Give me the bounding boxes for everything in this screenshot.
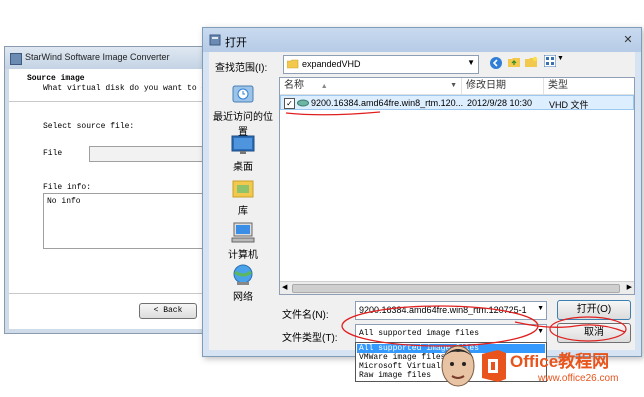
converter-titlebar: StarWind Software Image Converter: [5, 47, 211, 69]
dialog-app-icon: [209, 34, 221, 46]
section-title: Source image: [27, 74, 85, 83]
lookin-label: 查找范围(I):: [215, 63, 268, 74]
recent-places-icon: [232, 85, 254, 103]
lookin-combo[interactable]: expandedVHD ▼: [283, 55, 479, 74]
place-label: 库: [238, 206, 248, 217]
column-date[interactable]: 修改日期: [462, 78, 544, 94]
file-info-label: File info:: [43, 183, 92, 192]
back-nav-icon[interactable]: [489, 56, 503, 70]
file-input[interactable]: [89, 146, 217, 162]
place-network[interactable]: 网络: [211, 260, 275, 303]
dialog-titlebar[interactable]: 打开 ✕: [203, 28, 641, 52]
lookin-value: expandedVHD: [302, 59, 361, 69]
filetype-label: 文件类型(T):: [282, 333, 338, 344]
watermark-url: www.office26.com: [538, 373, 619, 384]
places-bar: 最近访问的位置 桌面 库 计算机 网络: [211, 78, 275, 303]
network-icon: [233, 264, 253, 285]
red-underline-annotation: [285, 111, 381, 116]
place-computer[interactable]: 计算机: [211, 218, 275, 261]
table-row[interactable]: ✓ 9200.16384.amd64fre.win8_rtm.120... 20…: [280, 95, 634, 110]
place-libraries[interactable]: 库: [211, 174, 275, 217]
converter-body: Source image What virtual disk do you wa…: [9, 69, 217, 329]
avatar: [441, 345, 475, 387]
new-folder-icon[interactable]: [524, 55, 538, 69]
chevron-down-icon[interactable]: ▼: [450, 78, 457, 94]
back-button[interactable]: < Back: [139, 303, 197, 319]
image-converter-window: StarWind Software Image Converter Source…: [4, 46, 217, 334]
place-recent[interactable]: 最近访问的位置: [211, 78, 275, 138]
filename-label: 文件名(N):: [282, 310, 329, 321]
dialog-title: 打开: [225, 37, 247, 49]
file-info-box: No info: [43, 193, 217, 249]
up-folder-icon[interactable]: [507, 55, 521, 69]
file-type: VHD 文件: [549, 100, 589, 110]
place-label: 网络: [233, 292, 253, 303]
list-header: 名称 ▲ ▼ 修改日期 类型: [280, 78, 634, 95]
place-label: 计算机: [228, 250, 258, 261]
scroll-left-icon[interactable]: ◀: [282, 283, 287, 291]
divider: [9, 293, 211, 294]
column-type[interactable]: 类型: [544, 78, 634, 94]
horizontal-scrollbar[interactable]: ◀ ▶: [280, 281, 634, 294]
file-date: 2012/9/28 10:30: [467, 98, 533, 108]
row-checkbox[interactable]: ✓: [284, 98, 295, 109]
file-name: 9200.16384.amd64fre.win8_rtm.120...: [311, 98, 464, 108]
view-menu-icon[interactable]: ▼: [543, 54, 564, 69]
divider: [9, 101, 211, 102]
section-desc: What virtual disk do you want to co: [43, 84, 212, 93]
office-logo-icon: [482, 350, 506, 382]
scroll-thumb[interactable]: [292, 284, 620, 293]
scroll-right-icon[interactable]: ▶: [627, 283, 632, 291]
desktop-icon: [231, 135, 255, 154]
close-icon[interactable]: ✕: [621, 33, 635, 47]
place-desktop[interactable]: 桌面: [211, 130, 275, 173]
sort-up-icon: ▲: [320, 83, 328, 90]
converter-title: StarWind Software Image Converter: [25, 52, 170, 62]
watermark-brand: Office教程网: [510, 352, 610, 371]
column-name[interactable]: 名称 ▲ ▼: [280, 78, 462, 94]
folder-icon: [287, 59, 299, 69]
file-list: 名称 ▲ ▼ 修改日期 类型 ✓ 9200.16384.amd64fre.win…: [279, 77, 635, 295]
app-icon: [10, 53, 22, 65]
place-label: 桌面: [233, 162, 253, 173]
file-label: File: [43, 149, 63, 158]
computer-icon: [231, 222, 255, 243]
libraries-icon: [232, 180, 254, 198]
select-source-label: Select source file:: [43, 122, 135, 131]
chevron-down-icon[interactable]: ▼: [467, 58, 475, 67]
file-info-value: No info: [47, 197, 81, 206]
vhd-file-icon: [297, 99, 309, 107]
